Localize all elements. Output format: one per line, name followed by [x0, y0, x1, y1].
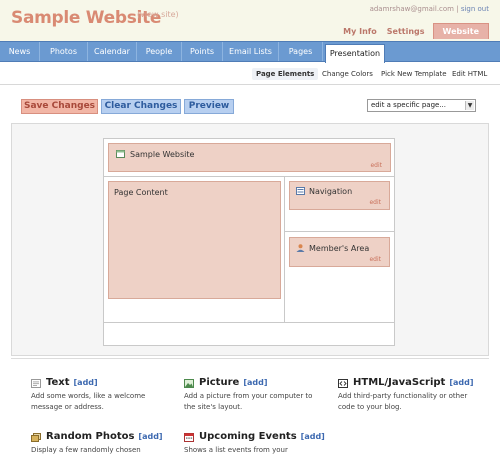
- widget-text-title: Text: [46, 377, 70, 388]
- person-icon: [296, 244, 305, 252]
- subtab-edit-html[interactable]: Edit HTML: [452, 70, 487, 78]
- navigation-icon: [296, 187, 305, 195]
- tab-settings[interactable]: Settings: [387, 24, 425, 39]
- subtab-change-colors[interactable]: Change Colors: [322, 70, 373, 78]
- text-icon: [31, 379, 41, 388]
- user-email: adamrshaw@gmail.com: [369, 5, 454, 13]
- widget-picture-desc: Add a picture from your computer to the …: [184, 392, 313, 411]
- widget-text-desc: Add some words, like a welcome message o…: [31, 392, 146, 411]
- user-links: adamrshaw@gmail.com | sign out: [370, 5, 489, 13]
- header-element-label: Sample Website: [130, 150, 195, 159]
- nav-tab-presentation[interactable]: Presentation: [325, 44, 385, 63]
- members-edit-link[interactable]: edit: [369, 256, 381, 263]
- photos-icon: [31, 433, 41, 442]
- widget-random-photos-desc: Display a few randomly chosen: [31, 446, 141, 454]
- picture-icon: [184, 379, 194, 388]
- widget-picture-add-link[interactable]: [add]: [243, 378, 267, 387]
- page-select-value: edit a specific page...: [371, 101, 447, 109]
- sign-out-link[interactable]: sign out: [461, 5, 489, 13]
- widget-upcoming-events-add-link[interactable]: [add]: [301, 432, 325, 441]
- widget-html-desc: Add third-party functionality or other c…: [338, 392, 468, 411]
- header-element[interactable]: Sample Website edit: [108, 143, 391, 172]
- account-tabs: My Info Settings Website: [333, 23, 489, 39]
- nav-tab-news[interactable]: News: [0, 42, 40, 61]
- navigation-element[interactable]: Navigation edit: [289, 181, 390, 210]
- widget-text-add-link[interactable]: [add]: [74, 378, 98, 387]
- sidebar-divider: [285, 231, 395, 232]
- widget-html-add-link[interactable]: [add]: [449, 378, 473, 387]
- tab-my-info[interactable]: My Info: [343, 24, 377, 39]
- page-content-label: Page Content: [114, 188, 168, 197]
- save-changes-button[interactable]: Save Changes: [21, 99, 98, 114]
- chevron-down-icon: ▼: [465, 101, 474, 110]
- site-header: Sample Website (view site) adamrshaw@gma…: [0, 0, 500, 41]
- footer-pane: [104, 322, 394, 345]
- nav-tab-calendar[interactable]: Calendar: [88, 42, 137, 61]
- widget-random-photos-title: Random Photos: [46, 431, 135, 442]
- sub-nav: Page Elements Change Colors Pick New Tem…: [0, 62, 500, 85]
- calendar-icon: [184, 433, 194, 442]
- widget-upcoming-events-desc: Shows a list events from your: [184, 446, 288, 454]
- separator: |: [456, 5, 459, 13]
- page-select[interactable]: edit a specific page... ▼: [367, 99, 476, 112]
- navigation-edit-link[interactable]: edit: [369, 199, 381, 206]
- layout-canvas: Sample Website edit Page Content Navigat…: [103, 138, 395, 346]
- page-content-element[interactable]: Page Content: [108, 181, 281, 299]
- members-area-element[interactable]: Member's Area edit: [289, 237, 390, 267]
- preview-button[interactable]: Preview: [184, 99, 234, 114]
- subtab-page-elements[interactable]: Page Elements: [252, 68, 319, 80]
- navigation-label: Navigation: [309, 187, 353, 196]
- nav-tab-email-lists[interactable]: Email Lists: [223, 42, 279, 61]
- tab-website[interactable]: Website: [432, 23, 489, 39]
- nav-tab-points[interactable]: Points: [182, 42, 223, 61]
- widget-random-photos-add-link[interactable]: [add]: [138, 432, 162, 441]
- header-edit-link[interactable]: edit: [370, 162, 382, 169]
- html-icon: [338, 379, 348, 388]
- nav-tab-people[interactable]: People: [137, 42, 182, 61]
- nav-tab-pages[interactable]: Pages: [279, 42, 323, 61]
- widget-html-title: HTML/JavaScript: [353, 377, 446, 388]
- clear-changes-button[interactable]: Clear Changes: [101, 99, 181, 114]
- divider: [11, 358, 489, 359]
- widget-upcoming-events-title: Upcoming Events: [199, 431, 297, 442]
- nav-tab-photos[interactable]: Photos: [40, 42, 88, 61]
- view-site-link[interactable]: (view site): [137, 10, 179, 19]
- members-area-label: Member's Area: [309, 244, 370, 253]
- main-nav: News Photos Calendar People Points Email…: [0, 41, 500, 63]
- subtab-pick-template[interactable]: Pick New Template: [381, 70, 447, 78]
- page-icon: [116, 150, 125, 158]
- widget-picture-title: Picture: [199, 377, 240, 388]
